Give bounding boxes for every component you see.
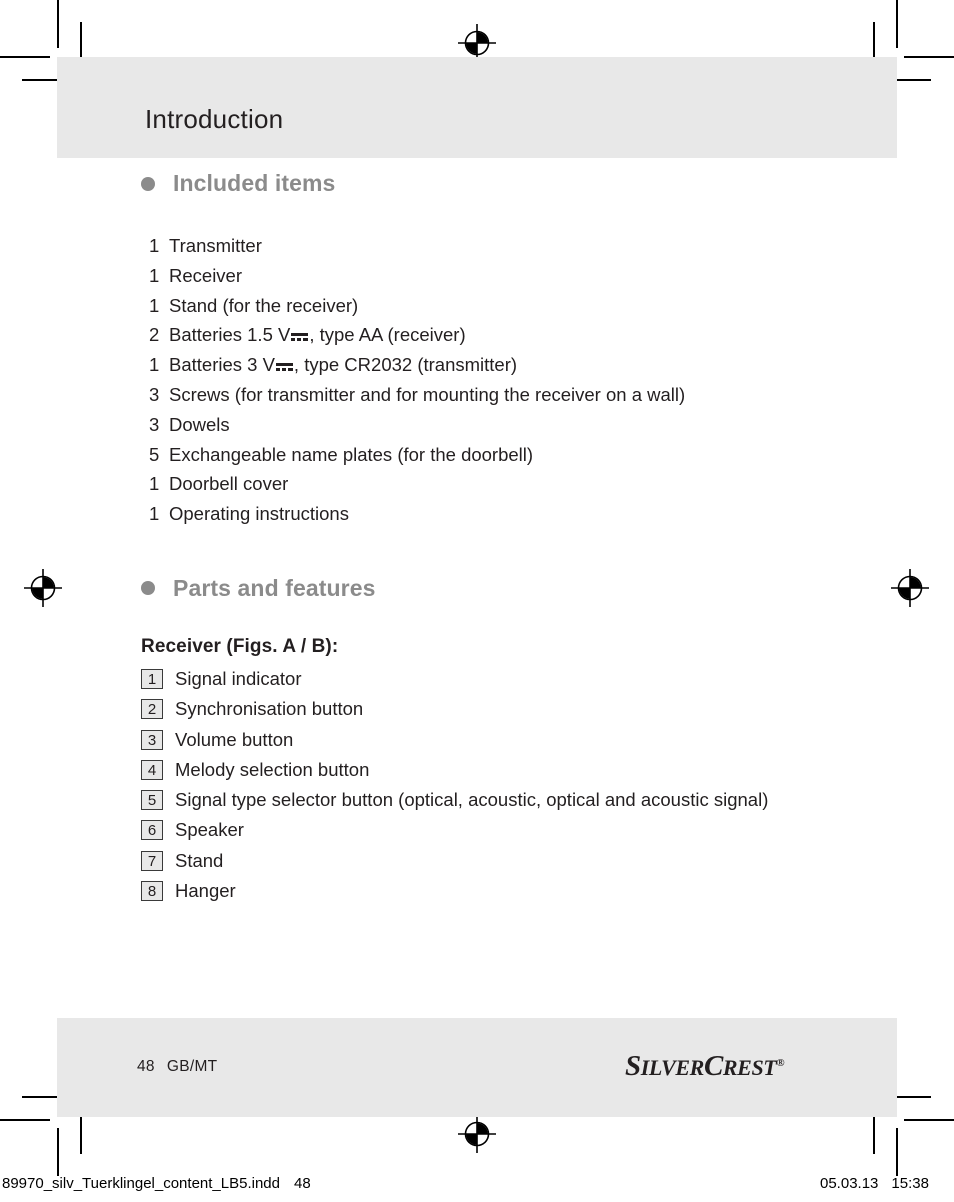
logo-c: C [703, 1050, 723, 1082]
included-item-quantity: 1 [149, 503, 160, 525]
registered-trademark-icon: ® [776, 1057, 785, 1069]
section-heading-label: Parts and features [173, 574, 376, 601]
crop-mark-bottom-left-horizontal [0, 1119, 50, 1121]
included-item-label: Dowels [169, 413, 230, 435]
part-number-badge: 4 [141, 759, 163, 780]
part-number-badge: 7 [141, 850, 163, 871]
included-item-row: 1 Stand (for the receiver) [149, 291, 881, 321]
included-item-label: Receiver [169, 264, 242, 286]
included-item-label: Screws (for transmitter and for mounting… [169, 383, 686, 405]
part-row: 8 Hanger [141, 876, 881, 906]
included-item-label: Transmitter [169, 235, 262, 256]
part-label: Signal type selector button (optical, ac… [175, 789, 769, 811]
included-item-label: Stand (for the receiver) [169, 294, 359, 316]
part-row: 5 Signal type selector button (optical, a… [141, 785, 881, 815]
footer-page-number: 48 [137, 1058, 155, 1075]
print-timestamp: 05.03.13 15:38 [820, 1175, 929, 1192]
included-item-label-prefix: Batteries 1.5 V [169, 324, 291, 346]
included-items-list: 1 Transmitter 1 Receiver 1 Stand (for the rec… [141, 231, 881, 529]
part-number-badge: 8 [141, 881, 163, 902]
crop-mark-top-left-horizontal [0, 56, 50, 58]
logo-s: S [625, 1050, 641, 1082]
part-label: Stand [175, 849, 224, 871]
part-row: 2 Synchronisation button [141, 694, 881, 724]
print-filename: 89970_silv_Tuerklingel_content_LB5.indd 4… [2, 1175, 311, 1192]
included-item-row: 1 Receiver [149, 261, 881, 291]
part-number-badge: 3 [141, 729, 163, 750]
included-item-row: 1 Operating instructions [149, 499, 881, 529]
included-item-quantity: 3 [149, 383, 160, 405]
part-label: Speaker [175, 819, 244, 841]
trim-mark-top-right-horizontal [891, 79, 931, 81]
part-number-badge: 2 [141, 699, 163, 720]
trim-mark-bottom-left-horizontal [22, 1096, 62, 1098]
included-item-row: 3 Screws (for transmitter and for mountin… [149, 380, 881, 410]
part-label: Synchronisation button [175, 698, 364, 720]
part-row: 3 Volume button [141, 725, 881, 755]
parts-subheading: Receiver (Figs. A / B): [141, 635, 339, 657]
included-item-row: 2 Batteries 1.5 V , type AA (receiver) [149, 320, 881, 350]
part-number-badge: 1 [141, 668, 163, 689]
included-item-row: 3 Dowels [149, 410, 881, 440]
included-item-row: 1 Doorbell cover [149, 469, 881, 499]
part-label: Signal indicator [175, 667, 302, 689]
part-row: 4 Melody selection button [141, 755, 881, 785]
included-item-label: Exchangeable name plates (for the doorbe… [169, 443, 534, 465]
included-item-quantity: 2 [149, 324, 160, 346]
silvercrest-logo: SILVERCREST® [625, 1050, 785, 1083]
section-heading-label: Included items [173, 170, 336, 196]
included-item-row: 1 Batteries 3 V , type CR2032 (transmitter… [149, 350, 881, 380]
bullet-icon [141, 581, 155, 596]
print-filename-text: 89970_silv_Tuerklingel_content_LB5.indd [2, 1175, 280, 1192]
section-heading-included-items: Included items [141, 170, 881, 197]
crop-mark-top-right-horizontal [904, 56, 954, 58]
included-item-label-prefix: Batteries 3 V [169, 354, 275, 376]
trim-mark-top-left-horizontal [22, 79, 62, 81]
logo-rest: REST [722, 1055, 777, 1080]
document-page: Introduction Included items 1 Transmitter… [57, 0, 897, 1202]
included-item-label: Batteries 3 V , type CR2032 (transmitter) [164, 350, 517, 380]
included-item-label-suffix: , type AA (receiver) [309, 324, 466, 346]
included-item-quantity: 1 [149, 264, 160, 286]
trim-mark-bottom-right-horizontal [891, 1096, 931, 1098]
included-item-label: Batteries 1.5 V , type AA (receiver) [164, 320, 466, 350]
part-number-badge: 6 [141, 820, 163, 841]
crop-mark-bottom-right-horizontal [904, 1119, 954, 1121]
included-item-row: 5 Exchangeable name plates (for the doorb… [149, 440, 881, 470]
section-heading-parts-and-features: Parts and features [141, 575, 881, 602]
parts-list: 1 Signal indicator 2 Synchronisation button… [141, 664, 881, 906]
page-content: Included items 1 Transmitter 1 Receiver 1 Sta… [141, 170, 881, 906]
part-row: 7 Stand [141, 846, 881, 876]
print-time-text: 15:38 [891, 1175, 929, 1192]
part-number-badge: 5 [141, 790, 163, 811]
part-label: Melody selection button [175, 758, 370, 780]
print-page-number: 48 [293, 1175, 311, 1192]
included-item-quantity: 5 [149, 443, 160, 465]
part-row: 1 Signal indicator [141, 664, 881, 694]
included-item-row: 1 Transmitter [149, 231, 881, 261]
dc-voltage-icon [275, 361, 293, 372]
footer-locale: GB/MT [166, 1058, 218, 1075]
included-item-quantity: 1 [149, 354, 160, 376]
page-title: Introduction [145, 104, 284, 134]
print-date-text: 05.03.13 [820, 1175, 879, 1192]
footer-page-info: 48 GB/MT [137, 1058, 217, 1076]
included-item-quantity: 1 [149, 235, 160, 256]
part-label: Volume button [175, 728, 294, 750]
included-item-label-suffix: , type CR2032 (transmitter) [293, 354, 518, 376]
logo-ilver: ILVER [640, 1055, 705, 1080]
included-item-quantity: 1 [149, 473, 160, 495]
included-item-label: Doorbell cover [169, 473, 289, 495]
part-label: Hanger [175, 880, 236, 902]
part-row: 6 Speaker [141, 815, 881, 845]
bullet-icon [141, 176, 155, 191]
included-item-label: Operating instructions [169, 503, 349, 525]
dc-voltage-icon [291, 331, 309, 342]
included-item-quantity: 3 [149, 413, 160, 435]
included-item-quantity: 1 [149, 294, 160, 316]
